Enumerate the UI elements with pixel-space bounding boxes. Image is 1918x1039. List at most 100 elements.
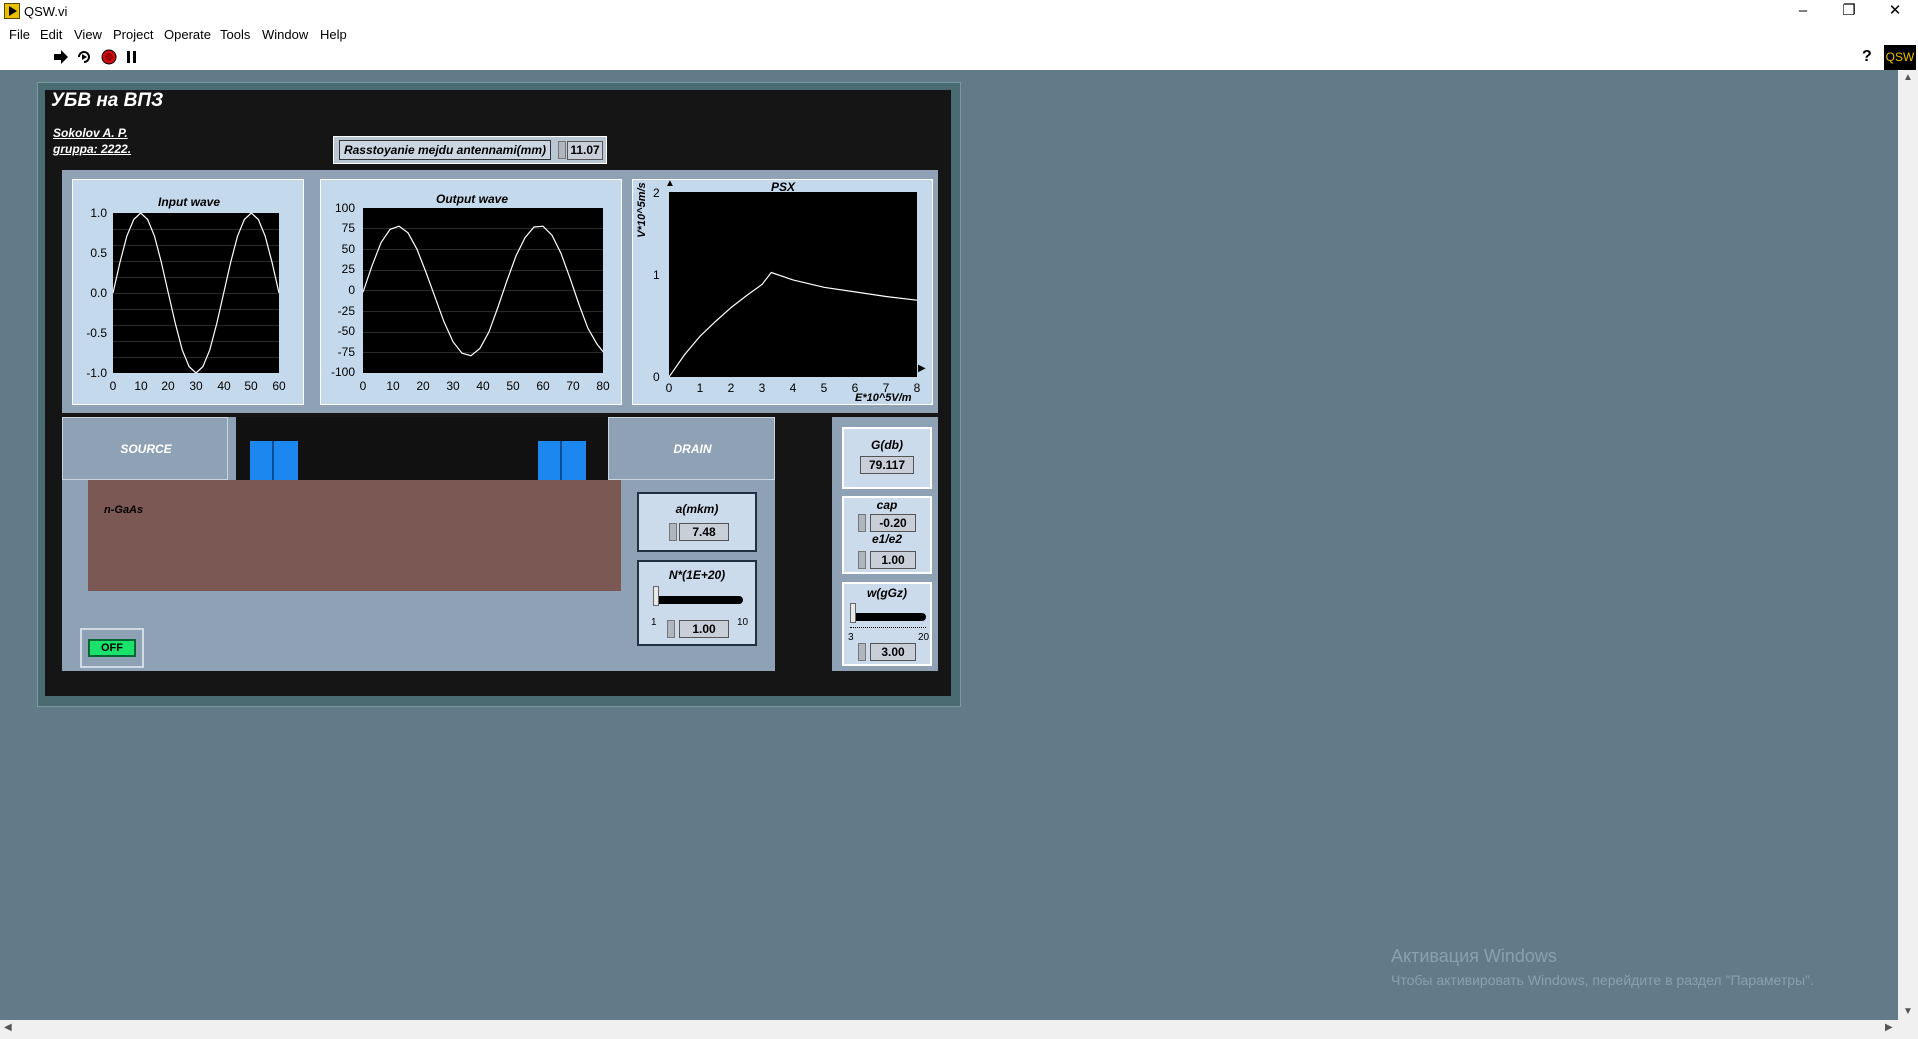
- y-tick: 0.0: [90, 286, 107, 300]
- drain-block: DRAIN: [608, 417, 775, 480]
- y-tick: -100: [330, 365, 355, 379]
- a-spinner[interactable]: [669, 523, 677, 541]
- pause-icon[interactable]: [124, 49, 140, 65]
- w-spinner[interactable]: [858, 643, 866, 661]
- menu-help[interactable]: Help: [320, 27, 347, 42]
- x-tick: 10: [134, 379, 148, 393]
- y-tick: 50: [341, 242, 355, 256]
- drain-label: DRAIN: [673, 442, 712, 456]
- labview-app-icon: [4, 3, 20, 19]
- context-help-icon[interactable]: ?: [1862, 48, 1872, 66]
- y-tick: 0.5: [90, 246, 107, 260]
- menu-bar: File Edit View Project Operate Tools Win…: [0, 24, 1918, 45]
- n-slider-track[interactable]: [653, 596, 743, 604]
- x-tick: 2: [727, 381, 735, 395]
- psx-ylabel-wrap: V*10^5m/s: [633, 180, 651, 250]
- series-line: [113, 213, 279, 373]
- switch-state[interactable]: OFF: [88, 639, 136, 657]
- w-min: 3: [848, 632, 854, 643]
- w-input[interactable]: 3.00: [870, 643, 916, 661]
- distance-input[interactable]: 11.07: [567, 141, 603, 160]
- source-block: SOURCE: [62, 417, 228, 480]
- distance-control: Rasstoyanie mejdu antennami(mm) 11.07: [333, 136, 607, 164]
- x-tick: 5: [820, 381, 828, 395]
- x-tick: 4: [789, 381, 797, 395]
- n-spinner[interactable]: [667, 620, 675, 638]
- y-tick: 1: [653, 268, 660, 282]
- plot-area: [669, 192, 917, 377]
- x-tick: 30: [189, 379, 203, 393]
- menu-tools[interactable]: Tools: [220, 27, 250, 42]
- n-label: N*(1E+20): [668, 568, 726, 582]
- x-tick: 40: [217, 379, 231, 393]
- cap-spinner[interactable]: [858, 514, 866, 532]
- x-tick: 0: [109, 379, 117, 393]
- y-tick: -1.0: [86, 366, 107, 380]
- abort-icon[interactable]: [101, 49, 117, 65]
- run-continuous-icon[interactable]: [76, 49, 92, 65]
- x-axis-arrow-icon: ▶: [918, 363, 926, 374]
- w-slider-track[interactable]: [850, 613, 926, 621]
- scroll-right-icon[interactable]: ▶: [1885, 1022, 1893, 1033]
- x-tick: 0: [665, 381, 673, 395]
- output-wave-plot: [363, 225, 603, 357]
- input-wave-plot: [113, 213, 279, 373]
- cap-input[interactable]: -0.20: [870, 514, 916, 532]
- input-wave-chart: Input wave 1.0 0.5 0.0 -0.5 -1.0 0 10 20…: [72, 179, 304, 405]
- y-tick: 25: [341, 262, 355, 276]
- w-slider-thumb[interactable]: [850, 603, 856, 623]
- psx-plot: [669, 271, 917, 377]
- x-tick: 40: [476, 379, 490, 393]
- psx-ylabel: V*10^5m/s: [636, 182, 648, 238]
- y-tick: -75: [337, 345, 355, 359]
- run-arrow-icon[interactable]: [53, 49, 69, 65]
- menu-window[interactable]: Window: [262, 27, 308, 42]
- menu-edit[interactable]: Edit: [40, 27, 62, 42]
- n-slider-thumb[interactable]: [653, 586, 659, 606]
- x-tick: 20: [416, 379, 430, 393]
- activation-watermark-title: Активация Windows: [1391, 946, 1557, 966]
- menu-operate[interactable]: Operate: [164, 27, 211, 42]
- e1e2-spinner[interactable]: [858, 551, 866, 569]
- y-tick: 1.0: [90, 206, 107, 220]
- x-tick: 0: [359, 379, 367, 393]
- e1e2-label: e1/e2: [871, 532, 903, 546]
- menu-project[interactable]: Project: [113, 27, 153, 42]
- x-tick: 30: [446, 379, 460, 393]
- menu-file[interactable]: File: [9, 27, 30, 42]
- a-label: a(mkm): [675, 502, 719, 516]
- menu-view[interactable]: View: [74, 27, 102, 42]
- minimize-button[interactable]: –: [1780, 0, 1826, 24]
- x-tick: 70: [566, 379, 580, 393]
- chart-title: Output wave: [435, 192, 508, 206]
- a-control: a(mkm) 7.48: [637, 492, 757, 552]
- e1e2-input[interactable]: 1.00: [870, 551, 916, 569]
- horizontal-scrollbar[interactable]: ◀ ▶: [0, 1020, 1918, 1039]
- distance-spinner[interactable]: [558, 141, 566, 159]
- psx-xlabel: E*10^5V/m: [855, 392, 912, 404]
- n-max: 10: [737, 617, 749, 628]
- vertical-scrollbar[interactable]: ▲ ▼: [1898, 70, 1918, 1020]
- vi-title: УБВ на ВПЗ: [51, 90, 164, 111]
- y-tick: -25: [337, 304, 355, 318]
- activation-watermark-text: Чтобы активировать Windows, перейдите в …: [1391, 972, 1814, 988]
- substrate-n-gaas: n-GaAs: [88, 480, 621, 591]
- scroll-up-icon[interactable]: ▲: [1903, 72, 1913, 83]
- drain-electrode: [538, 441, 586, 480]
- series-line: [363, 225, 603, 357]
- n-min: 1: [651, 617, 657, 628]
- y-tick: 100: [334, 201, 355, 215]
- scroll-left-icon[interactable]: ◀: [4, 1022, 12, 1033]
- source-electrode: [250, 441, 298, 480]
- a-input[interactable]: 7.48: [679, 523, 729, 541]
- power-switch[interactable]: OFF: [80, 628, 144, 668]
- restore-button[interactable]: ❐: [1826, 0, 1872, 24]
- substrate-label: n-GaAs: [104, 504, 144, 516]
- x-tick: 1: [696, 381, 704, 395]
- y-axis-arrow-icon: ▲: [665, 178, 675, 189]
- g-value: 79.117: [860, 456, 914, 474]
- close-button[interactable]: ✕: [1872, 0, 1918, 24]
- n-input[interactable]: 1.00: [679, 620, 729, 638]
- w-max: 20: [918, 632, 930, 643]
- scroll-down-icon[interactable]: ▼: [1903, 1006, 1913, 1017]
